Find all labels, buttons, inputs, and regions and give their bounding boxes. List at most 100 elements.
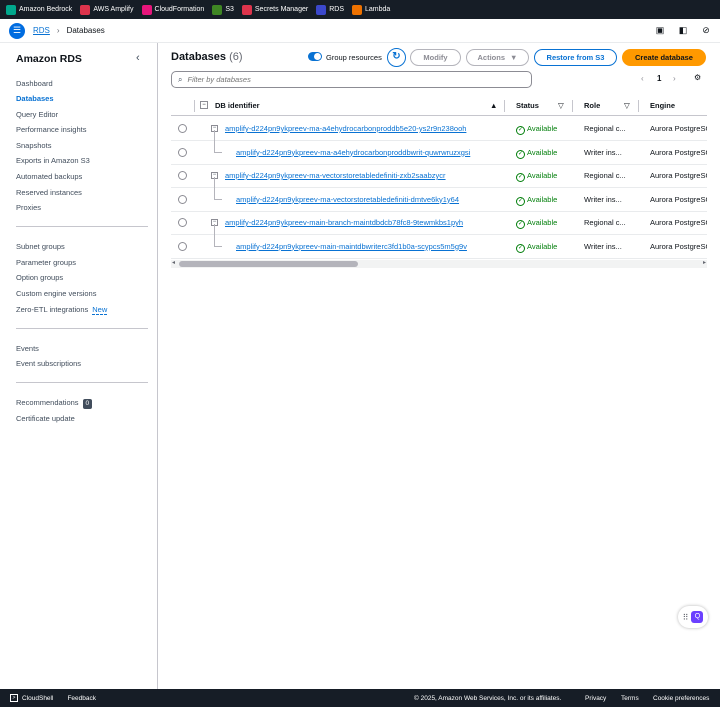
table-row[interactable]: − amplify-d224pn9ykpreev-main-branch-main…: [171, 212, 707, 235]
column-db-identifier[interactable]: DB identifier: [215, 101, 260, 110]
sidebar-item-event-subscriptions[interactable]: Event subscriptions: [16, 359, 81, 368]
table-row[interactable]: − amplify-d224pn9ykpreev-ma-vectorstoreta…: [171, 165, 707, 188]
service-shortcut-label: Amazon Bedrock: [19, 6, 73, 13]
scrollbar-thumb[interactable]: [179, 261, 358, 267]
row-select-radio[interactable]: [178, 194, 187, 204]
sidebar-item-subnet-groups[interactable]: Subnet groups: [16, 242, 65, 251]
row-select-radio[interactable]: [178, 171, 187, 180]
sort-ascending-icon[interactable]: ▲: [490, 101, 497, 110]
status-cell: ✓ Available: [516, 218, 557, 229]
split-panel-icon[interactable]: ◧: [677, 24, 689, 36]
service-shortcut-s3[interactable]: S3: [212, 4, 234, 15]
filter-databases-input[interactable]: [187, 75, 508, 84]
refresh-icon[interactable]: ↻: [387, 48, 406, 67]
row-select-radio[interactable]: [178, 241, 187, 251]
terminal-icon: >: [10, 694, 18, 702]
modify-button[interactable]: Modify: [410, 49, 461, 66]
hamburger-menu-icon[interactable]: ☰: [9, 22, 25, 39]
column-status[interactable]: Status: [516, 101, 539, 110]
close-sidebar-icon[interactable]: ‹: [136, 52, 140, 64]
role-cell: Writer ins...: [584, 241, 622, 251]
check-circle-icon: ✓: [516, 149, 525, 159]
amazon-q-floating-button[interactable]: ⠿ Q: [678, 606, 708, 628]
db-identifier-link[interactable]: amplify-d224pn9ykpreev-ma-vectorstoretab…: [225, 171, 446, 180]
sidebar-item-option-groups[interactable]: Option groups: [16, 273, 63, 282]
db-identifier-link[interactable]: amplify-d224pn9ykpreev-ma-a4ehydrocarbon…: [236, 148, 470, 157]
service-shortcut-secrets-manager[interactable]: Secrets Manager: [241, 4, 308, 15]
check-circle-icon: ✓: [516, 173, 525, 182]
drag-handle-icon[interactable]: ⠿: [683, 613, 689, 622]
table-settings-icon[interactable]: ⚙: [694, 73, 701, 82]
restore-from-s3-button[interactable]: Restore from S3: [534, 49, 617, 66]
db-identifier-link[interactable]: amplify-d224pn9ykpreev-main-maintdbwrite…: [236, 242, 467, 251]
cookie-preferences-link[interactable]: Cookie preferences: [653, 695, 709, 702]
status-text: Available: [527, 171, 558, 180]
scroll-left-icon[interactable]: ◂: [172, 259, 175, 266]
table-header: − DB identifier ▲ Status ▽ Role ▽ Engine: [171, 96, 707, 116]
breadcrumb: RDS › Databases: [33, 26, 105, 35]
breadcrumb-rds-link[interactable]: RDS: [33, 26, 50, 35]
sidebar-item-dashboard[interactable]: Dashboard: [16, 79, 53, 88]
table-row[interactable]: amplify-d224pn9ykpreev-ma-a4ehydrocarbon…: [171, 129, 707, 165]
next-page-icon[interactable]: ›: [673, 74, 676, 83]
column-engine[interactable]: Engine: [650, 101, 675, 110]
check-circle-icon: ✓: [516, 196, 525, 206]
info-panel-icon[interactable]: ▣: [654, 24, 666, 36]
row-select-radio[interactable]: [178, 147, 187, 157]
create-database-button[interactable]: Create database: [622, 49, 706, 66]
status-cell: ✓ Available: [516, 195, 557, 206]
db-identifier-link[interactable]: amplify-d224pn9ykpreev-ma-vectorstoretab…: [236, 195, 459, 204]
cloudshell-button[interactable]: > CloudShell: [10, 694, 53, 702]
sidebar-item-reserved-instances[interactable]: Reserved instances: [16, 188, 82, 197]
column-role[interactable]: Role: [584, 101, 600, 110]
sort-icon[interactable]: ▽: [558, 101, 564, 110]
sort-icon[interactable]: ▽: [624, 101, 630, 110]
rds-icon: [316, 4, 327, 15]
table-row[interactable]: − amplify-d224pn9ykpreev-ma-a4ehydrocarbo…: [171, 118, 707, 141]
sidebar-item-snapshots[interactable]: Snapshots: [16, 141, 51, 150]
sidebar-item-proxies[interactable]: Proxies: [16, 203, 41, 212]
sidebar-item-events[interactable]: Events: [16, 344, 39, 353]
status-text: Available: [527, 124, 558, 133]
service-shortcut-lambda[interactable]: Lambda: [351, 4, 390, 15]
chevron-right-icon: ›: [56, 26, 60, 35]
prev-page-icon[interactable]: ‹: [641, 74, 644, 83]
actions-button[interactable]: Actions ▼: [466, 49, 529, 66]
collapse-all-icon[interactable]: −: [200, 101, 208, 109]
service-shortcut-cloudformation[interactable]: CloudFormation: [141, 4, 204, 15]
sidebar-divider: [16, 328, 148, 329]
service-shortcut-rds[interactable]: RDS: [316, 4, 344, 15]
group-resources-toggle[interactable]: [308, 52, 322, 61]
new-badge[interactable]: New: [92, 305, 108, 315]
privacy-link[interactable]: Privacy: [585, 695, 606, 702]
sidebar-item-exports-s3[interactable]: Exports in Amazon S3: [16, 156, 90, 165]
filter-databases[interactable]: ⌕: [171, 71, 532, 88]
sidebar-item-databases[interactable]: Databases: [16, 94, 54, 103]
sidebar-item-performance-insights[interactable]: Performance insights: [16, 125, 86, 134]
role-cell: Regional c...: [584, 218, 626, 227]
sidebar-item-certificate-update[interactable]: Certificate update: [16, 414, 75, 423]
table-row[interactable]: amplify-d224pn9ykpreev-ma-vectorstoretab…: [171, 176, 707, 212]
scroll-right-icon[interactable]: ▸: [703, 259, 706, 266]
row-select-radio[interactable]: [178, 124, 187, 133]
sidebar-item-zero-etl[interactable]: Zero-ETL integrations New: [16, 305, 108, 315]
service-shortcut-aws-amplify[interactable]: AWS Amplify: [80, 4, 134, 15]
db-identifier-link[interactable]: amplify-d224pn9ykpreev-main-branch-maint…: [225, 218, 463, 227]
sidebar-item-custom-engine-versions[interactable]: Custom engine versions: [16, 289, 96, 298]
sidebar-item-recommendations[interactable]: Recommendations 0: [16, 398, 93, 409]
amazon-q-icon[interactable]: Q: [691, 611, 704, 623]
page-title: Databases (6): [171, 51, 243, 63]
settings-icon[interactable]: ⊘: [700, 24, 712, 36]
feedback-link[interactable]: Feedback: [67, 695, 96, 702]
table-row[interactable]: amplify-d224pn9ykpreev-main-maintdbwrite…: [171, 223, 707, 259]
sidebar-item-parameter-groups[interactable]: Parameter groups: [16, 258, 76, 267]
service-shortcut-amazon-bedrock[interactable]: Amazon Bedrock: [6, 4, 73, 15]
db-identifier-link[interactable]: amplify-d224pn9ykpreev-ma-a4ehydrocarbon…: [225, 124, 466, 133]
cloudshell-label: CloudShell: [22, 694, 54, 702]
row-select-radio[interactable]: [178, 218, 187, 227]
page-number[interactable]: 1: [657, 74, 661, 83]
sidebar-item-query-editor[interactable]: Query Editor: [16, 110, 58, 119]
terms-link[interactable]: Terms: [621, 695, 639, 702]
horizontal-scrollbar[interactable]: ◂ ▸: [171, 260, 707, 268]
sidebar-item-automated-backups[interactable]: Automated backups: [16, 172, 82, 181]
